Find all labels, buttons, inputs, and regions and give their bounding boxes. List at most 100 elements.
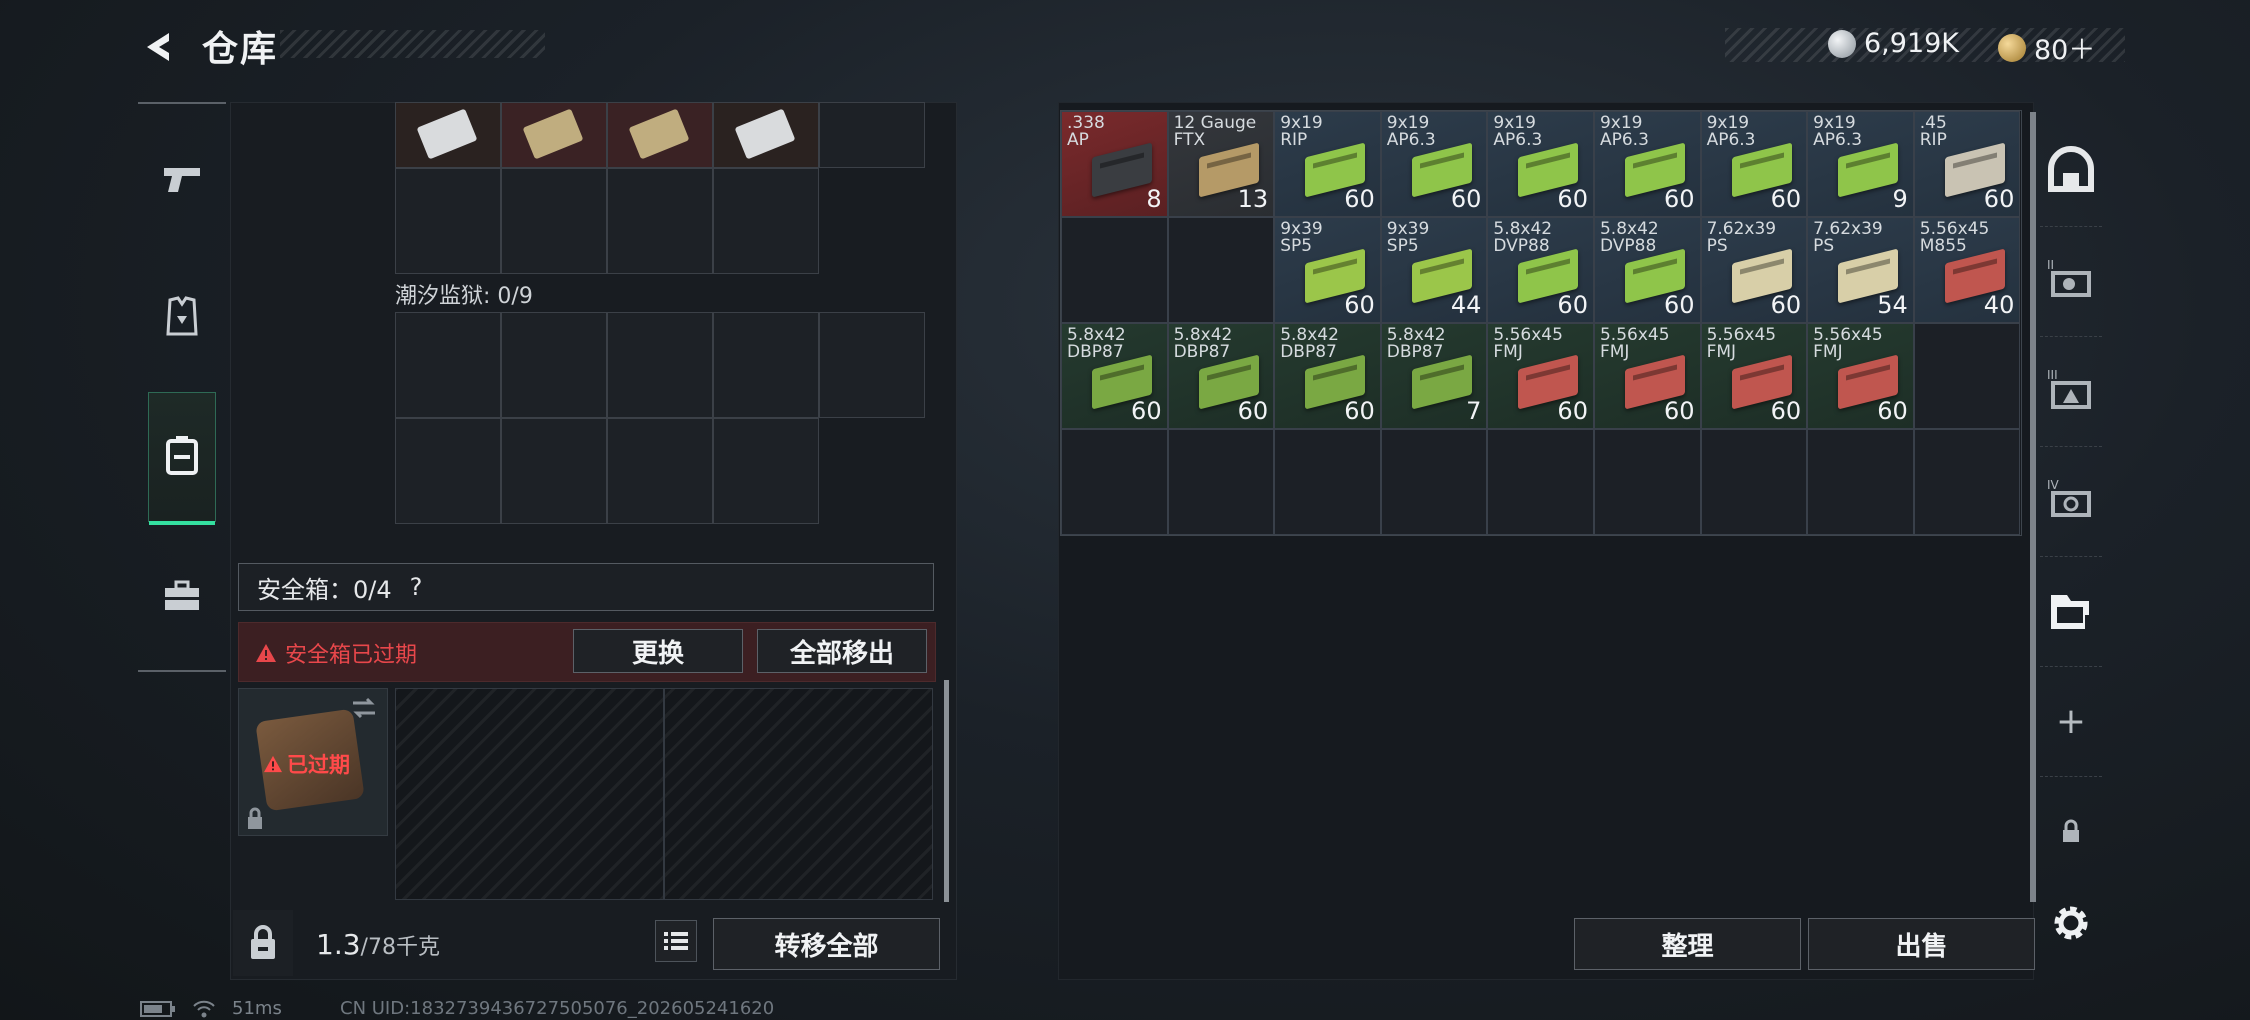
safe-box-header: 安全箱：0/4 ? bbox=[238, 563, 934, 611]
prison-slot[interactable] bbox=[713, 312, 819, 418]
storage-slot-empty[interactable] bbox=[1913, 323, 2021, 429]
storage-slot-empty[interactable] bbox=[1167, 429, 1275, 535]
ping-readout: 51ms bbox=[232, 998, 282, 1019]
backpack-slot[interactable] bbox=[819, 102, 925, 168]
backpack-slot[interactable] bbox=[607, 102, 713, 168]
ammo-count: 60 bbox=[1877, 397, 1908, 425]
storage-slot-empty[interactable] bbox=[1807, 429, 1914, 535]
toolbox-icon bbox=[165, 580, 199, 610]
prison-slot[interactable] bbox=[819, 312, 925, 418]
storage-slot-empty[interactable] bbox=[1061, 429, 1168, 535]
storage-scrollbar[interactable] bbox=[2030, 112, 2036, 902]
ammo-item[interactable]: 5.8x42 DBP87 60 bbox=[1274, 323, 1381, 429]
transfer-all-button[interactable]: 转移全部 bbox=[713, 918, 940, 970]
storage-tab-4[interactable]: IV bbox=[2040, 446, 2102, 557]
prison-slot[interactable] bbox=[713, 418, 819, 524]
silver-currency[interactable]: 6,919K bbox=[1828, 28, 1959, 59]
ammo-item[interactable]: 9x19 AP6.3 60 bbox=[1380, 111, 1488, 217]
weight-readout: 1.3/78千克 bbox=[316, 928, 440, 961]
storage-tab-2[interactable]: II bbox=[2040, 226, 2102, 337]
ammo-item[interactable]: 9x19 AP6.3 60 bbox=[1487, 111, 1594, 217]
vest-icon bbox=[166, 296, 198, 336]
ammo-item[interactable]: 5.8x42 DBP87 60 bbox=[1061, 323, 1168, 429]
ammo-item[interactable]: 9x19 AP6.3 60 bbox=[1700, 111, 1808, 217]
locked-storage[interactable] bbox=[2040, 776, 2102, 886]
ammo-count: 9 bbox=[1892, 185, 1908, 213]
ammo-item[interactable]: 9x19 AP6.3 60 bbox=[1593, 111, 1701, 217]
tab-backpack[interactable] bbox=[148, 392, 216, 525]
back-button[interactable] bbox=[130, 22, 188, 72]
tab-armor[interactable] bbox=[148, 272, 216, 360]
prison-slot[interactable] bbox=[395, 312, 501, 418]
sort-button[interactable]: 整理 bbox=[1574, 918, 1801, 970]
ammo-item[interactable]: 5.8x42 DBP87 60 bbox=[1167, 323, 1275, 429]
page-title: 仓库 bbox=[202, 29, 279, 70]
ammo-item[interactable]: 9x19 AP6.3 9 bbox=[1807, 111, 1914, 217]
ammo-item[interactable]: .45 RIP 60 bbox=[1913, 111, 2021, 217]
ammo-name: 5.8x42 DBP87 bbox=[1173, 325, 1233, 362]
backpack-slot[interactable] bbox=[713, 168, 819, 274]
ammo-item[interactable]: 5.56x45 FMJ 60 bbox=[1807, 323, 1914, 429]
settings-button[interactable] bbox=[2043, 895, 2099, 951]
list-icon bbox=[664, 932, 688, 950]
warning-icon bbox=[256, 644, 276, 662]
ammo-item[interactable]: 9x19 RIP 60 bbox=[1274, 111, 1381, 217]
ammo-name: 5.56x45 FMJ bbox=[1706, 325, 1777, 362]
add-storage-button[interactable]: + bbox=[2040, 666, 2102, 777]
storage-slot-empty[interactable] bbox=[1700, 429, 1808, 535]
tab-weapon[interactable] bbox=[148, 134, 216, 222]
ammo-item[interactable]: 5.56x45 M855 40 bbox=[1913, 217, 2021, 323]
prison-slot[interactable] bbox=[607, 312, 713, 418]
ammo-item[interactable]: 9x39 SP5 44 bbox=[1380, 217, 1488, 323]
prison-slot[interactable] bbox=[395, 418, 501, 524]
backpack-slot[interactable] bbox=[395, 168, 501, 274]
storage-slot-empty[interactable] bbox=[1274, 429, 1381, 535]
ammo-item[interactable]: 5.56x45 FMJ 60 bbox=[1487, 323, 1594, 429]
weight-lock-button[interactable] bbox=[233, 910, 293, 976]
storage-iv-icon: IV bbox=[2047, 478, 2091, 517]
backpack-grid-lower bbox=[395, 168, 819, 274]
ammo-item[interactable]: 5.8x42 DVP88 60 bbox=[1487, 217, 1594, 323]
wifi-icon bbox=[193, 1000, 215, 1017]
ammo-name: .45 RIP bbox=[1919, 113, 1947, 150]
safe-box-thumbnail[interactable]: 已过期 bbox=[238, 688, 388, 836]
help-icon[interactable]: ? bbox=[410, 573, 423, 601]
backpack-slot[interactable] bbox=[501, 102, 607, 168]
storage-slot-empty[interactable] bbox=[1487, 429, 1594, 535]
tab-toolbox[interactable] bbox=[148, 552, 216, 640]
storage-slot-empty[interactable] bbox=[1593, 429, 1701, 535]
replace-button[interactable]: 更换 bbox=[573, 629, 743, 673]
gold-currency[interactable]: 80＋ bbox=[1998, 28, 2095, 67]
prison-slot[interactable] bbox=[501, 312, 607, 418]
sell-button[interactable]: 出售 bbox=[1808, 918, 2035, 970]
safe-box-slot[interactable] bbox=[664, 688, 933, 900]
ammo-item[interactable]: 5.56x45 FMJ 60 bbox=[1593, 323, 1701, 429]
left-scrollbar[interactable] bbox=[944, 680, 949, 902]
storage-tab-3[interactable]: III bbox=[2040, 336, 2102, 447]
ammo-item[interactable]: 5.56x45 FMJ 60 bbox=[1700, 323, 1808, 429]
backpack-slot[interactable] bbox=[395, 102, 501, 168]
ammo-item[interactable]: 12 Gauge FTX 13 bbox=[1167, 111, 1275, 217]
storage-tab-1[interactable] bbox=[2040, 116, 2102, 227]
ammo-item[interactable]: 5.8x42 DVP88 60 bbox=[1593, 217, 1701, 323]
item-thumb bbox=[522, 108, 584, 160]
ammo-name: 5.56x45 FMJ bbox=[1493, 325, 1563, 362]
ammo-item[interactable]: .338 AP 8 bbox=[1061, 111, 1168, 217]
storage-slot-empty[interactable] bbox=[1380, 429, 1488, 535]
ammo-item[interactable]: 9x39 SP5 60 bbox=[1274, 217, 1381, 323]
safe-box-slot[interactable] bbox=[395, 688, 664, 900]
backpack-slot[interactable] bbox=[501, 168, 607, 274]
ammo-item[interactable]: 5.8x42 DBP87 7 bbox=[1380, 323, 1488, 429]
move-all-out-button[interactable]: 全部移出 bbox=[757, 629, 927, 673]
ammo-item[interactable]: 7.62x39 PS 54 bbox=[1807, 217, 1914, 323]
ammo-item[interactable]: 7.62x39 PS 60 bbox=[1700, 217, 1808, 323]
storage-slot-empty[interactable] bbox=[1061, 217, 1168, 323]
backpack-slot[interactable] bbox=[607, 168, 713, 274]
list-view-button[interactable] bbox=[655, 920, 697, 962]
storage-slot-empty[interactable] bbox=[1167, 217, 1275, 323]
prison-slot[interactable] bbox=[501, 418, 607, 524]
storage-slot-empty[interactable] bbox=[1913, 429, 2021, 535]
prison-slot[interactable] bbox=[607, 418, 713, 524]
backpack-slot[interactable] bbox=[713, 102, 819, 168]
storage-tab-5[interactable] bbox=[2040, 556, 2102, 667]
